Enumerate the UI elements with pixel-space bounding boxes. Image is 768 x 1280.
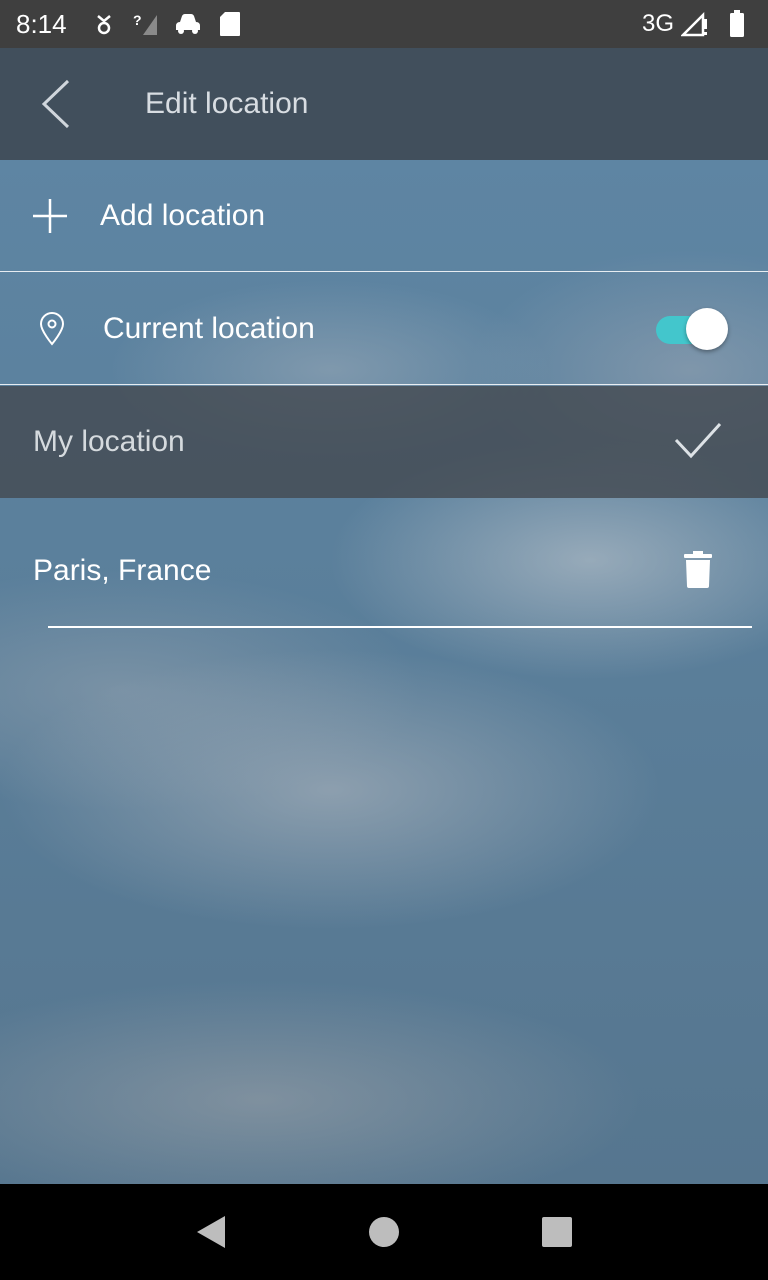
location-name: Paris, France — [33, 554, 212, 587]
data-saver-icon — [89, 9, 119, 39]
toggle-thumb — [686, 308, 728, 350]
nav-back-button[interactable] — [181, 1202, 241, 1262]
navigation-bar — [0, 1184, 768, 1280]
svg-text:?: ? — [133, 12, 142, 28]
recents-square-icon — [542, 1217, 573, 1247]
page-title: Edit location — [145, 87, 309, 120]
chevron-left-icon — [41, 79, 70, 129]
list-divider — [48, 626, 752, 628]
my-location-label: My location — [33, 425, 185, 458]
nav-recents-button[interactable] — [527, 1202, 587, 1262]
nav-home-button[interactable] — [354, 1202, 414, 1262]
back-button[interactable] — [0, 48, 112, 160]
signal-unknown-icon: ? — [131, 9, 161, 39]
map-pin-icon — [0, 273, 103, 385]
current-location-row: Current location — [0, 273, 768, 385]
add-location-row[interactable]: Add location — [0, 160, 768, 272]
car-icon — [173, 9, 203, 39]
network-type: 3G — [641, 10, 674, 37]
delete-location-button[interactable] — [684, 551, 712, 594]
home-circle-icon — [368, 1217, 399, 1247]
battery-icon — [722, 9, 752, 39]
location-list-item[interactable]: Paris, France — [0, 515, 768, 627]
status-bar: 8:14 ? 3G — [0, 0, 768, 48]
sd-card-icon — [215, 9, 245, 39]
current-location-label: Current location — [103, 311, 315, 345]
current-location-toggle[interactable] — [654, 307, 728, 351]
plus-icon — [0, 160, 100, 272]
add-location-label: Add location — [100, 198, 266, 232]
app-bar: Edit location — [0, 48, 768, 160]
back-triangle-icon — [196, 1216, 225, 1248]
status-time: 8:14 — [16, 8, 67, 39]
checkmark-icon — [674, 422, 722, 459]
trash-icon — [684, 551, 712, 588]
cell-signal-icon — [680, 9, 710, 39]
my-location-row[interactable]: My location — [0, 386, 768, 498]
